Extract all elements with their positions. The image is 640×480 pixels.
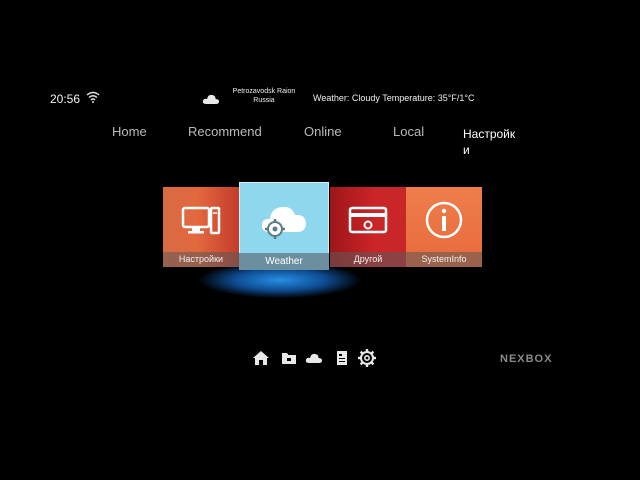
tile-other-label: Другой [330, 252, 406, 267]
wifi-icon [86, 91, 100, 103]
tab-settings[interactable]: Настройк и [463, 126, 523, 158]
clock: 20:56 [50, 92, 81, 106]
tile-systeminfo-label: SystemInfo [406, 252, 482, 267]
file-icon[interactable] [333, 350, 351, 366]
brand-logo: NEXBOX [500, 353, 553, 365]
tab-recommend[interactable]: Recommend [188, 124, 262, 139]
tab-online[interactable]: Online [304, 124, 342, 139]
weather-summary: Weather: Cloudy Temperature: 35°F/1°C [313, 93, 475, 103]
tile-settings[interactable]: Настройки [163, 187, 239, 267]
tile-weather-label: Weather [239, 253, 329, 270]
cloudy-weather-icon [202, 94, 220, 104]
tile-settings-label: Настройки [163, 252, 239, 267]
card-gear-icon [348, 206, 388, 234]
location-country: Russia [253, 97, 275, 104]
monitor-pc-icon [181, 206, 221, 235]
info-icon [425, 201, 463, 239]
tab-home[interactable]: Home [112, 124, 147, 139]
tile-weather[interactable]: Weather [239, 182, 329, 270]
location-city: Petrozavodsk Raion [232, 88, 296, 95]
gear-icon[interactable] [357, 348, 377, 368]
folder-icon[interactable] [280, 350, 298, 366]
cloud-icon[interactable] [305, 350, 323, 366]
tab-local[interactable]: Local [393, 124, 424, 139]
tile-systeminfo[interactable]: SystemInfo [406, 187, 482, 267]
cloud-gear-icon [261, 206, 306, 239]
home-icon[interactable] [252, 350, 270, 366]
tile-other[interactable]: Другой [330, 187, 406, 267]
location-label: Petrozavodsk Raion Russia [224, 87, 304, 105]
